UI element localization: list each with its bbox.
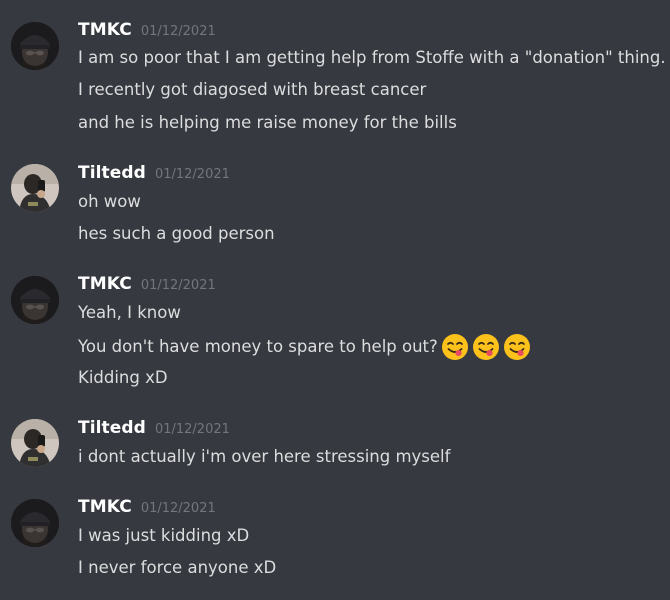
beanie-avatar-icon[interactable] (11, 276, 59, 324)
selfie-avatar-icon[interactable] (11, 419, 59, 467)
message-line: and he is helping me raise money for the… (78, 113, 457, 132)
beanie-avatar-icon[interactable] (11, 499, 59, 547)
timestamp: 01/12/2021 (140, 278, 216, 293)
message-line: i dont actually i'm over here stressing … (78, 447, 451, 466)
timestamp: 01/12/2021 (154, 167, 230, 182)
message-line: I am so poor that I am getting help from… (78, 48, 666, 67)
message-line: Kidding xD (78, 368, 168, 387)
username[interactable]: Tiltedd (78, 163, 146, 183)
username[interactable]: TMKC (78, 20, 132, 40)
username[interactable]: TMKC (78, 497, 132, 517)
username[interactable]: Tiltedd (78, 418, 146, 438)
message-line-with-emojis: You don't have money to spare to help ou… (78, 333, 531, 361)
timestamp: 01/12/2021 (140, 24, 216, 39)
yum-face-emoji-icon[interactable] (472, 333, 500, 361)
yum-face-emoji-icon[interactable] (503, 333, 531, 361)
yum-face-emoji-icon[interactable] (441, 333, 469, 361)
beanie-avatar-icon[interactable] (11, 22, 59, 70)
message-line: Yeah, I know (78, 303, 181, 322)
message-line: hes such a good person (78, 224, 275, 243)
message-line: I recently got diagosed with breast canc… (78, 80, 427, 99)
message-line: oh wow (78, 192, 141, 211)
message-text: You don't have money to spare to help ou… (78, 337, 438, 356)
timestamp: 01/12/2021 (154, 422, 230, 437)
message-line: I never force anyone xD (78, 558, 277, 577)
timestamp: 01/12/2021 (140, 501, 216, 516)
message-line: I was just kidding xD (78, 526, 250, 545)
username[interactable]: TMKC (78, 274, 132, 294)
selfie-avatar-icon[interactable] (11, 164, 59, 212)
